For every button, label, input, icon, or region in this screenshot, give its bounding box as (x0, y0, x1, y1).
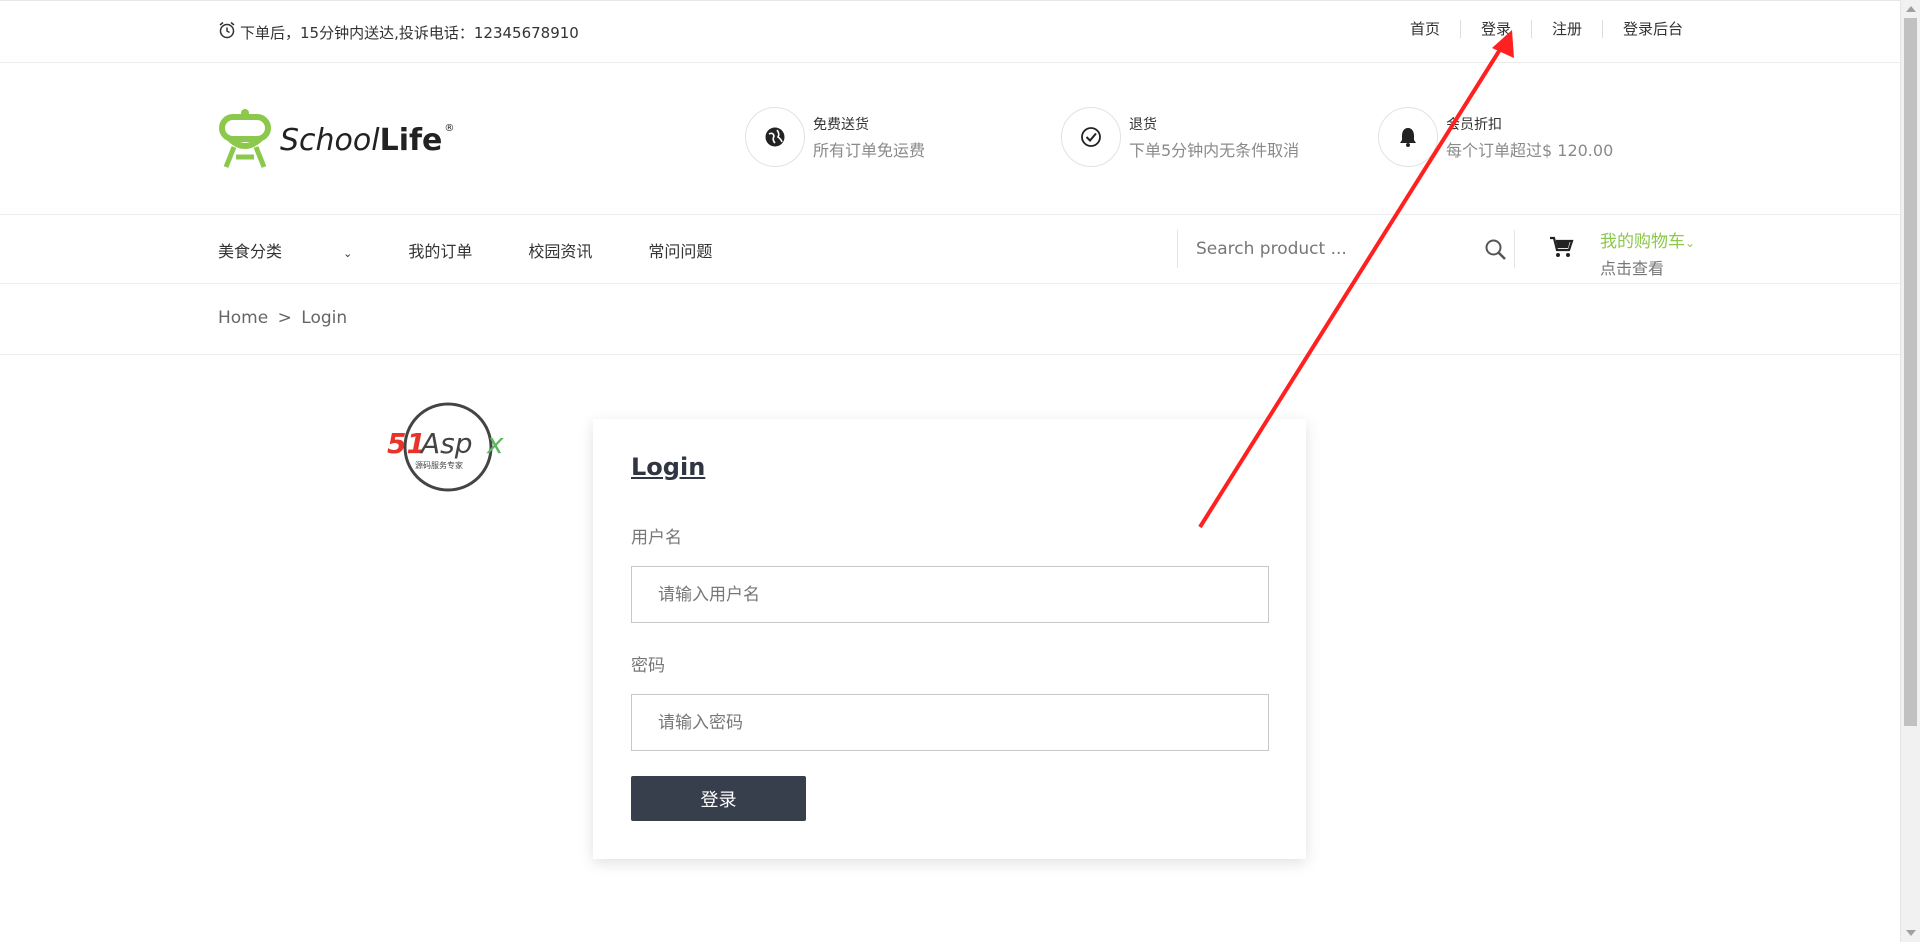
login-button[interactable]: 登录 (631, 776, 806, 821)
login-card: Login 用户名 密码 登录 (593, 419, 1306, 859)
password-input[interactable] (632, 695, 1268, 750)
scroll-up-icon[interactable] (1906, 6, 1916, 12)
top-link-home[interactable]: 首页 (1390, 20, 1460, 38)
cart-title: 我的购物车 (1600, 232, 1685, 252)
svg-text:源码服务专家: 源码服务专家 (415, 460, 463, 470)
top-link-register[interactable]: 注册 (1531, 20, 1602, 38)
nav-item-food-categories[interactable]: 美食分类 ⌄ (218, 238, 352, 262)
search-input[interactable] (1196, 234, 1466, 264)
header: SchoolLife® 免费送货 所有订单免运费 退货 下单5分钟内无条件取消 (0, 63, 1900, 215)
logo-text: SchoolLife ® (280, 122, 455, 158)
feature-desc: 每个订单超过$ 120.00 (1446, 140, 1614, 160)
main-nav: 美食分类 ⌄ 我的订单 校园资讯 常问问题 我的购物车⌄ 点击查看 (0, 215, 1900, 284)
username-label: 用户名 (631, 528, 682, 548)
scroll-down-icon[interactable] (1906, 930, 1916, 936)
svg-text:Asp: Asp (419, 427, 473, 460)
top-links: 首页 登录 注册 登录后台 (1390, 20, 1703, 38)
feature-title: 免费送货 (813, 116, 869, 133)
scrollbar-thumb[interactable] (1904, 18, 1917, 726)
nav-item-faq[interactable]: 常问问题 (648, 238, 712, 262)
top-bar: 下单后，15分钟内送达,投诉电话：12345678910 首页 登录 注册 登录… (0, 0, 1900, 63)
nav-item-my-orders[interactable]: 我的订单 (408, 238, 472, 262)
svg-text:x: x (486, 427, 504, 460)
bell-icon (1378, 107, 1438, 167)
nav-item-campus-news[interactable]: 校园资讯 (528, 238, 592, 262)
chevron-down-icon: ⌄ (343, 247, 353, 260)
globe-icon (745, 107, 805, 167)
chevron-down-icon: ⌄ (1685, 236, 1696, 250)
username-input[interactable] (632, 567, 1268, 622)
search-box (1177, 230, 1515, 268)
login-title: Login (631, 453, 706, 481)
vertical-scrollbar[interactable] (1900, 0, 1920, 942)
delivery-notice: 下单后，15分钟内送达,投诉电话：12345678910 (218, 21, 579, 43)
breadcrumb-separator: > (277, 308, 292, 328)
breadcrumb-current: Login (301, 308, 348, 328)
nav-item-label: 美食分类 (218, 242, 283, 261)
feature-free-shipping: 免费送货 所有订单免运费 (745, 107, 925, 167)
feature-title: 退货 (1129, 116, 1157, 133)
top-link-login[interactable]: 登录 (1460, 20, 1531, 38)
password-field (631, 694, 1269, 751)
check-circle-icon (1061, 107, 1121, 167)
search-icon[interactable] (1484, 238, 1508, 266)
feature-title: 会员折扣 (1446, 116, 1502, 133)
username-field (631, 566, 1269, 623)
logo-mascot-icon (216, 107, 274, 173)
feature-desc: 下单5分钟内无条件取消 (1129, 140, 1300, 160)
feature-returns: 退货 下单5分钟内无条件取消 (1061, 107, 1299, 167)
breadcrumb: Home > Login (218, 308, 347, 328)
cart-subtitle: 点击查看 (1600, 259, 1665, 278)
notice-text: 下单后，15分钟内送达,投诉电话：12345678910 (240, 23, 579, 42)
cart-menu[interactable]: 我的购物车⌄ 点击查看 (1600, 227, 1695, 279)
alarm-clock-icon (218, 21, 240, 43)
site-logo[interactable]: SchoolLife ® (216, 107, 454, 173)
password-label: 密码 (631, 656, 665, 676)
feature-member-discount: 会员折扣 每个订单超过$ 120.00 (1378, 107, 1613, 167)
breadcrumb-home[interactable]: Home (218, 308, 268, 328)
watermark-logo: 51 Asp x 源码服务专家 (385, 400, 515, 499)
shopping-cart-icon[interactable] (1548, 235, 1574, 263)
feature-desc: 所有订单免运费 (813, 140, 926, 160)
top-link-admin-login[interactable]: 登录后台 (1602, 20, 1703, 38)
